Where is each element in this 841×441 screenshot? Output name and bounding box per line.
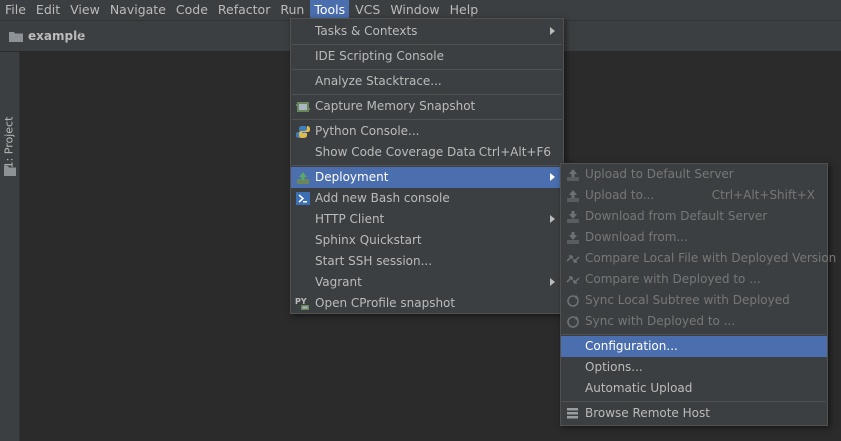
menu-item-options[interactable]: Options... <box>561 357 827 378</box>
menu-item-sync-local-subtree[interactable]: Sync Local Subtree with Deployed <box>561 290 827 311</box>
download-icon <box>565 230 580 245</box>
sync-icon <box>565 293 580 308</box>
menu-run[interactable]: Run <box>275 0 309 20</box>
menu-item-label: Options... <box>585 360 643 374</box>
python-profile-icon: PY <box>295 296 310 311</box>
menu-item-label: HTTP Client <box>315 212 385 226</box>
menu-item-tasks-contexts[interactable]: Tasks & Contexts <box>291 21 563 42</box>
menu-item-label: Compare Local File with Deployed Version <box>585 251 837 265</box>
menu-item-add-bash-console[interactable]: Add new Bash console <box>291 188 563 209</box>
compare-icon <box>565 251 580 266</box>
menu-navigate[interactable]: Navigate <box>105 0 171 20</box>
menu-separator <box>292 94 562 95</box>
menu-item-label: Start SSH session... <box>315 254 433 268</box>
menu-item-label: Automatic Upload <box>585 381 693 395</box>
menu-item-vagrant[interactable]: Vagrant <box>291 272 563 293</box>
menu-separator <box>562 401 826 402</box>
menu-separator <box>562 334 826 335</box>
menu-item-label: Download from Default Server <box>585 209 768 223</box>
menu-item-capture-memory-snapshot[interactable]: Capture Memory Snapshot <box>291 96 563 117</box>
menu-item-http-client[interactable]: HTTP Client <box>291 209 563 230</box>
svg-text:PY: PY <box>295 297 307 306</box>
menu-item-deployment[interactable]: Deployment <box>291 167 563 188</box>
memory-snapshot-icon <box>295 99 310 114</box>
project-folder-icon <box>4 166 16 176</box>
menu-item-label: Download from... <box>585 230 688 244</box>
menu-item-upload-to[interactable]: Upload to... Ctrl+Alt+Shift+X <box>561 185 827 206</box>
menu-item-compare-with-deployed[interactable]: Compare with Deployed to ... <box>561 269 827 290</box>
menu-item-label: Tasks & Contexts <box>315 24 418 38</box>
menu-separator <box>292 165 562 166</box>
menu-code[interactable]: Code <box>171 0 213 20</box>
menu-item-open-cprofile[interactable]: PY Open CProfile snapshot <box>291 293 563 314</box>
menu-item-python-console[interactable]: Python Console... <box>291 121 563 142</box>
submenu-arrow-icon <box>550 215 555 223</box>
menu-item-label: Configuration... <box>585 339 678 353</box>
menu-help[interactable]: Help <box>445 0 484 20</box>
menu-item-label: Deployment <box>315 170 389 184</box>
menu-item-configuration[interactable]: Configuration... <box>561 336 827 357</box>
tool-window-strip: 1: Project <box>0 52 20 441</box>
menu-item-sphinx-quickstart[interactable]: Sphinx Quickstart <box>291 230 563 251</box>
submenu-arrow-icon <box>550 27 555 35</box>
project-tool-tab[interactable]: 1: Project <box>2 114 18 176</box>
menu-item-label: Sync Local Subtree with Deployed <box>585 293 790 307</box>
menu-item-label: Open CProfile snapshot <box>315 296 456 310</box>
compare-icon <box>565 272 580 287</box>
project-tab-label: 1: Project <box>2 116 16 169</box>
menu-item-browse-remote-host[interactable]: Browse Remote Host <box>561 403 827 424</box>
menu-item-shortcut: Ctrl+Alt+F6 <box>478 145 551 159</box>
menu-item-upload-default-server[interactable]: Upload to Default Server <box>561 164 827 185</box>
deployment-icon <box>295 170 310 185</box>
menu-item-label: Analyze Stacktrace... <box>315 74 442 88</box>
menu-view[interactable]: View <box>65 0 105 20</box>
menu-item-label: Sphinx Quickstart <box>315 233 422 247</box>
terminal-icon <box>295 191 310 206</box>
tools-menu: Tasks & Contexts IDE Scripting Console A… <box>290 18 564 314</box>
menu-item-ide-scripting-console[interactable]: IDE Scripting Console <box>291 46 563 67</box>
menu-refactor[interactable]: Refactor <box>213 0 275 20</box>
menu-item-show-code-coverage[interactable]: Show Code Coverage Data Ctrl+Alt+F6 <box>291 142 563 163</box>
upload-icon <box>565 188 580 203</box>
menu-item-label: Python Console... <box>315 124 420 138</box>
download-icon <box>565 209 580 224</box>
menu-separator <box>292 44 562 45</box>
menu-window[interactable]: Window <box>385 0 444 20</box>
menu-item-download-from[interactable]: Download from... <box>561 227 827 248</box>
menu-item-label: Compare with Deployed to ... <box>585 272 761 286</box>
menu-tools[interactable]: Tools <box>310 0 350 20</box>
menu-item-label: Browse Remote Host <box>585 406 710 420</box>
breadcrumb-chevron-icon: › <box>78 27 84 43</box>
submenu-arrow-icon <box>550 173 555 181</box>
menu-item-label: Show Code Coverage Data <box>315 145 476 159</box>
menu-item-label: Add new Bash console <box>315 191 450 205</box>
menu-item-sync-with-deployed[interactable]: Sync with Deployed to ... <box>561 311 827 332</box>
menu-item-start-ssh[interactable]: Start SSH session... <box>291 251 563 272</box>
folder-icon <box>9 32 23 42</box>
menu-item-label: Vagrant <box>315 275 362 289</box>
upload-icon <box>565 167 580 182</box>
menu-bar: File Edit View Navigate Code Refactor Ru… <box>0 0 841 20</box>
menu-item-download-default-server[interactable]: Download from Default Server <box>561 206 827 227</box>
deployment-submenu: Upload to Default Server Upload to... Ct… <box>560 163 836 426</box>
breadcrumb-project[interactable]: example <box>28 29 85 43</box>
menu-item-shortcut: Ctrl+Alt+Shift+X <box>711 188 815 202</box>
submenu-arrow-icon <box>550 278 555 286</box>
menu-item-analyze-stacktrace[interactable]: Analyze Stacktrace... <box>291 71 563 92</box>
menu-item-compare-local-file[interactable]: Compare Local File with Deployed Version <box>561 248 836 269</box>
menu-item-label: IDE Scripting Console <box>315 49 444 63</box>
remote-host-icon <box>565 406 580 421</box>
python-icon <box>295 124 310 139</box>
menu-file[interactable]: File <box>0 0 31 20</box>
menu-separator <box>292 119 562 120</box>
menu-separator <box>292 69 562 70</box>
menu-item-label: Upload to Default Server <box>585 167 734 181</box>
sync-icon <box>565 314 580 329</box>
menu-item-automatic-upload[interactable]: Automatic Upload <box>561 378 827 399</box>
menu-vcs[interactable]: VCS <box>350 0 385 20</box>
menu-item-label: Upload to... <box>585 188 655 202</box>
menu-item-label: Capture Memory Snapshot <box>315 99 476 113</box>
menu-item-label: Sync with Deployed to ... <box>585 314 736 328</box>
menu-edit[interactable]: Edit <box>31 0 65 20</box>
